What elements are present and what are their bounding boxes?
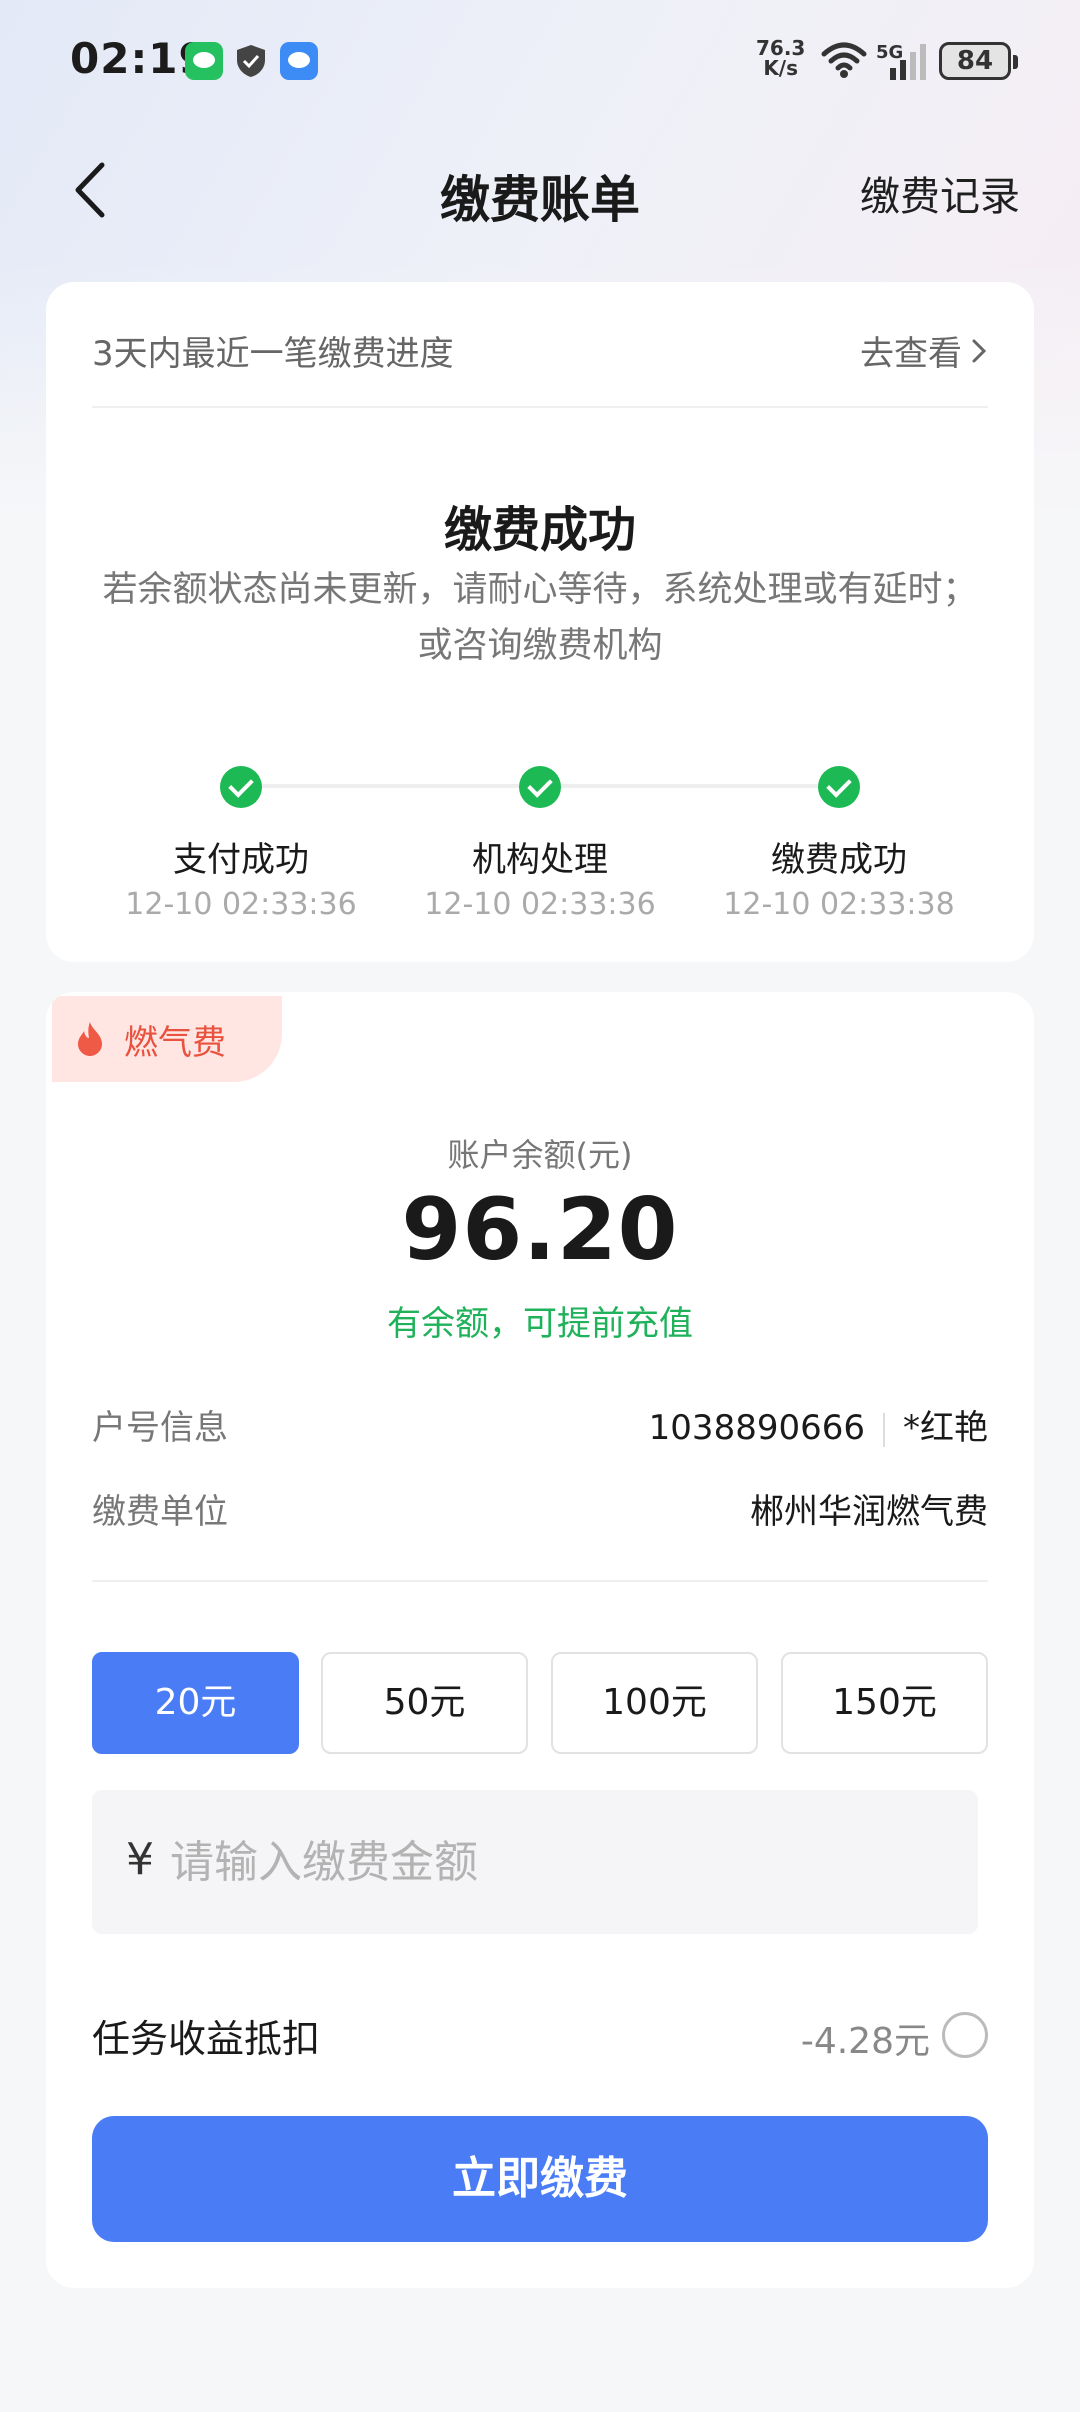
bill-type-tag: 燃气费 (52, 996, 282, 1082)
deduction-label: 任务收益抵扣 (92, 2017, 321, 2061)
network-speed-unit: K/s (763, 56, 799, 80)
deduction-radio[interactable] (942, 2012, 988, 2058)
payment-progress-card: 3天内最近一笔缴费进度 去查看 缴费成功 若余额状态尚未更新，请耐心等待，系统处… (46, 282, 1034, 962)
check-circle-icon (818, 766, 860, 808)
amount-option-150[interactable]: 150元 (781, 1652, 988, 1754)
account-number: 1038890666 (648, 1408, 865, 1448)
account-info-label: 户号信息 (92, 1408, 228, 1448)
deduction-value: -4.28元 (800, 2021, 930, 2062)
account-holder-name: *红艳 (903, 1408, 988, 1448)
message-notification-icon (280, 42, 318, 80)
amount-option-20[interactable]: 20元 (92, 1652, 299, 1754)
account-info-value: 1038890666 *红艳 (649, 1400, 988, 1449)
check-circle-icon (519, 766, 561, 808)
progress-description: 若余额状态尚未更新，请耐心等待，系统处理或有延时；或咨询缴费机构 (102, 570, 978, 666)
task-earnings-deduction-row: 任务收益抵扣 -4.28元 (92, 2002, 988, 2066)
account-info-row: 户号信息 1038890666 *红艳 (92, 1400, 988, 1460)
custom-amount-field: ¥ (92, 1790, 978, 1934)
step-time: 12-10 02:33:36 (424, 887, 656, 922)
check-circle-icon (220, 766, 262, 808)
gas-bill-card: 燃气费 账户余额(元) 96.20 有余额，可提前充值 户号信息 1038890… (46, 992, 1034, 2288)
step-label: 缴费成功 (771, 840, 907, 880)
balance-label: 账户余额(元) (447, 1136, 633, 1174)
progress-header-text: 3天内最近一笔缴费进度 (92, 334, 454, 374)
status-bar: 02:19 76.3 K/s 5G 84 (0, 0, 1080, 120)
network-speed: 76.3 K/s (756, 38, 805, 78)
step-label: 机构处理 (472, 840, 608, 880)
battery-icon: 84 (939, 42, 1018, 80)
step-payment-success: 支付成功 12-10 02:33:36 (91, 762, 391, 922)
cellular-signal-icon: 5G (876, 42, 926, 80)
amount-option-100[interactable]: 100元 (551, 1652, 758, 1754)
pay-now-button[interactable]: 立即缴费 (92, 2116, 988, 2242)
network-speed-value: 76.3 (756, 36, 806, 60)
flame-icon (78, 1022, 102, 1056)
currency-symbol: ¥ (126, 1834, 154, 1885)
amount-options: 20元 50元 100元 150元 (92, 1652, 988, 1756)
chevron-right-icon (970, 334, 988, 374)
balance-tip: 有余额，可提前充值 (387, 1304, 693, 1344)
payment-unit-label: 缴费单位 (92, 1492, 228, 1532)
step-label: 支付成功 (173, 840, 309, 880)
progress-status-title: 缴费成功 (443, 502, 636, 558)
view-progress-link[interactable]: 去查看 (860, 326, 988, 375)
divider (92, 1580, 988, 1582)
signal-label: 5G (876, 42, 903, 63)
wechat-notification-icon (185, 42, 223, 80)
shield-notification-icon (232, 42, 270, 80)
progress-header[interactable]: 3天内最近一笔缴费进度 去查看 (92, 282, 988, 408)
balance-value: 96.20 (401, 1180, 679, 1280)
bill-type-label: 燃气费 (124, 1022, 226, 1063)
nav-bar: 缴费账单 缴费记录 (0, 130, 1080, 250)
progress-steps: 支付成功 12-10 02:33:36 机构处理 12-10 02:33:36 … (46, 762, 1034, 932)
step-payment-complete: 缴费成功 12-10 02:33:38 (689, 762, 989, 922)
divider (883, 1412, 885, 1447)
payment-unit-value: 郴州华润燃气费 (750, 1492, 988, 1532)
step-time: 12-10 02:33:36 (125, 887, 357, 922)
wifi-icon (821, 42, 867, 78)
custom-amount-input[interactable] (170, 1818, 930, 1906)
step-institution-processing: 机构处理 12-10 02:33:36 (390, 762, 690, 922)
view-progress-label: 去查看 (860, 334, 962, 374)
payment-records-link[interactable]: 缴费记录 (860, 164, 1020, 222)
payment-unit-row: 缴费单位 郴州华润燃气费 (92, 1484, 988, 1544)
amount-option-50[interactable]: 50元 (321, 1652, 528, 1754)
step-time: 12-10 02:33:38 (723, 887, 955, 922)
